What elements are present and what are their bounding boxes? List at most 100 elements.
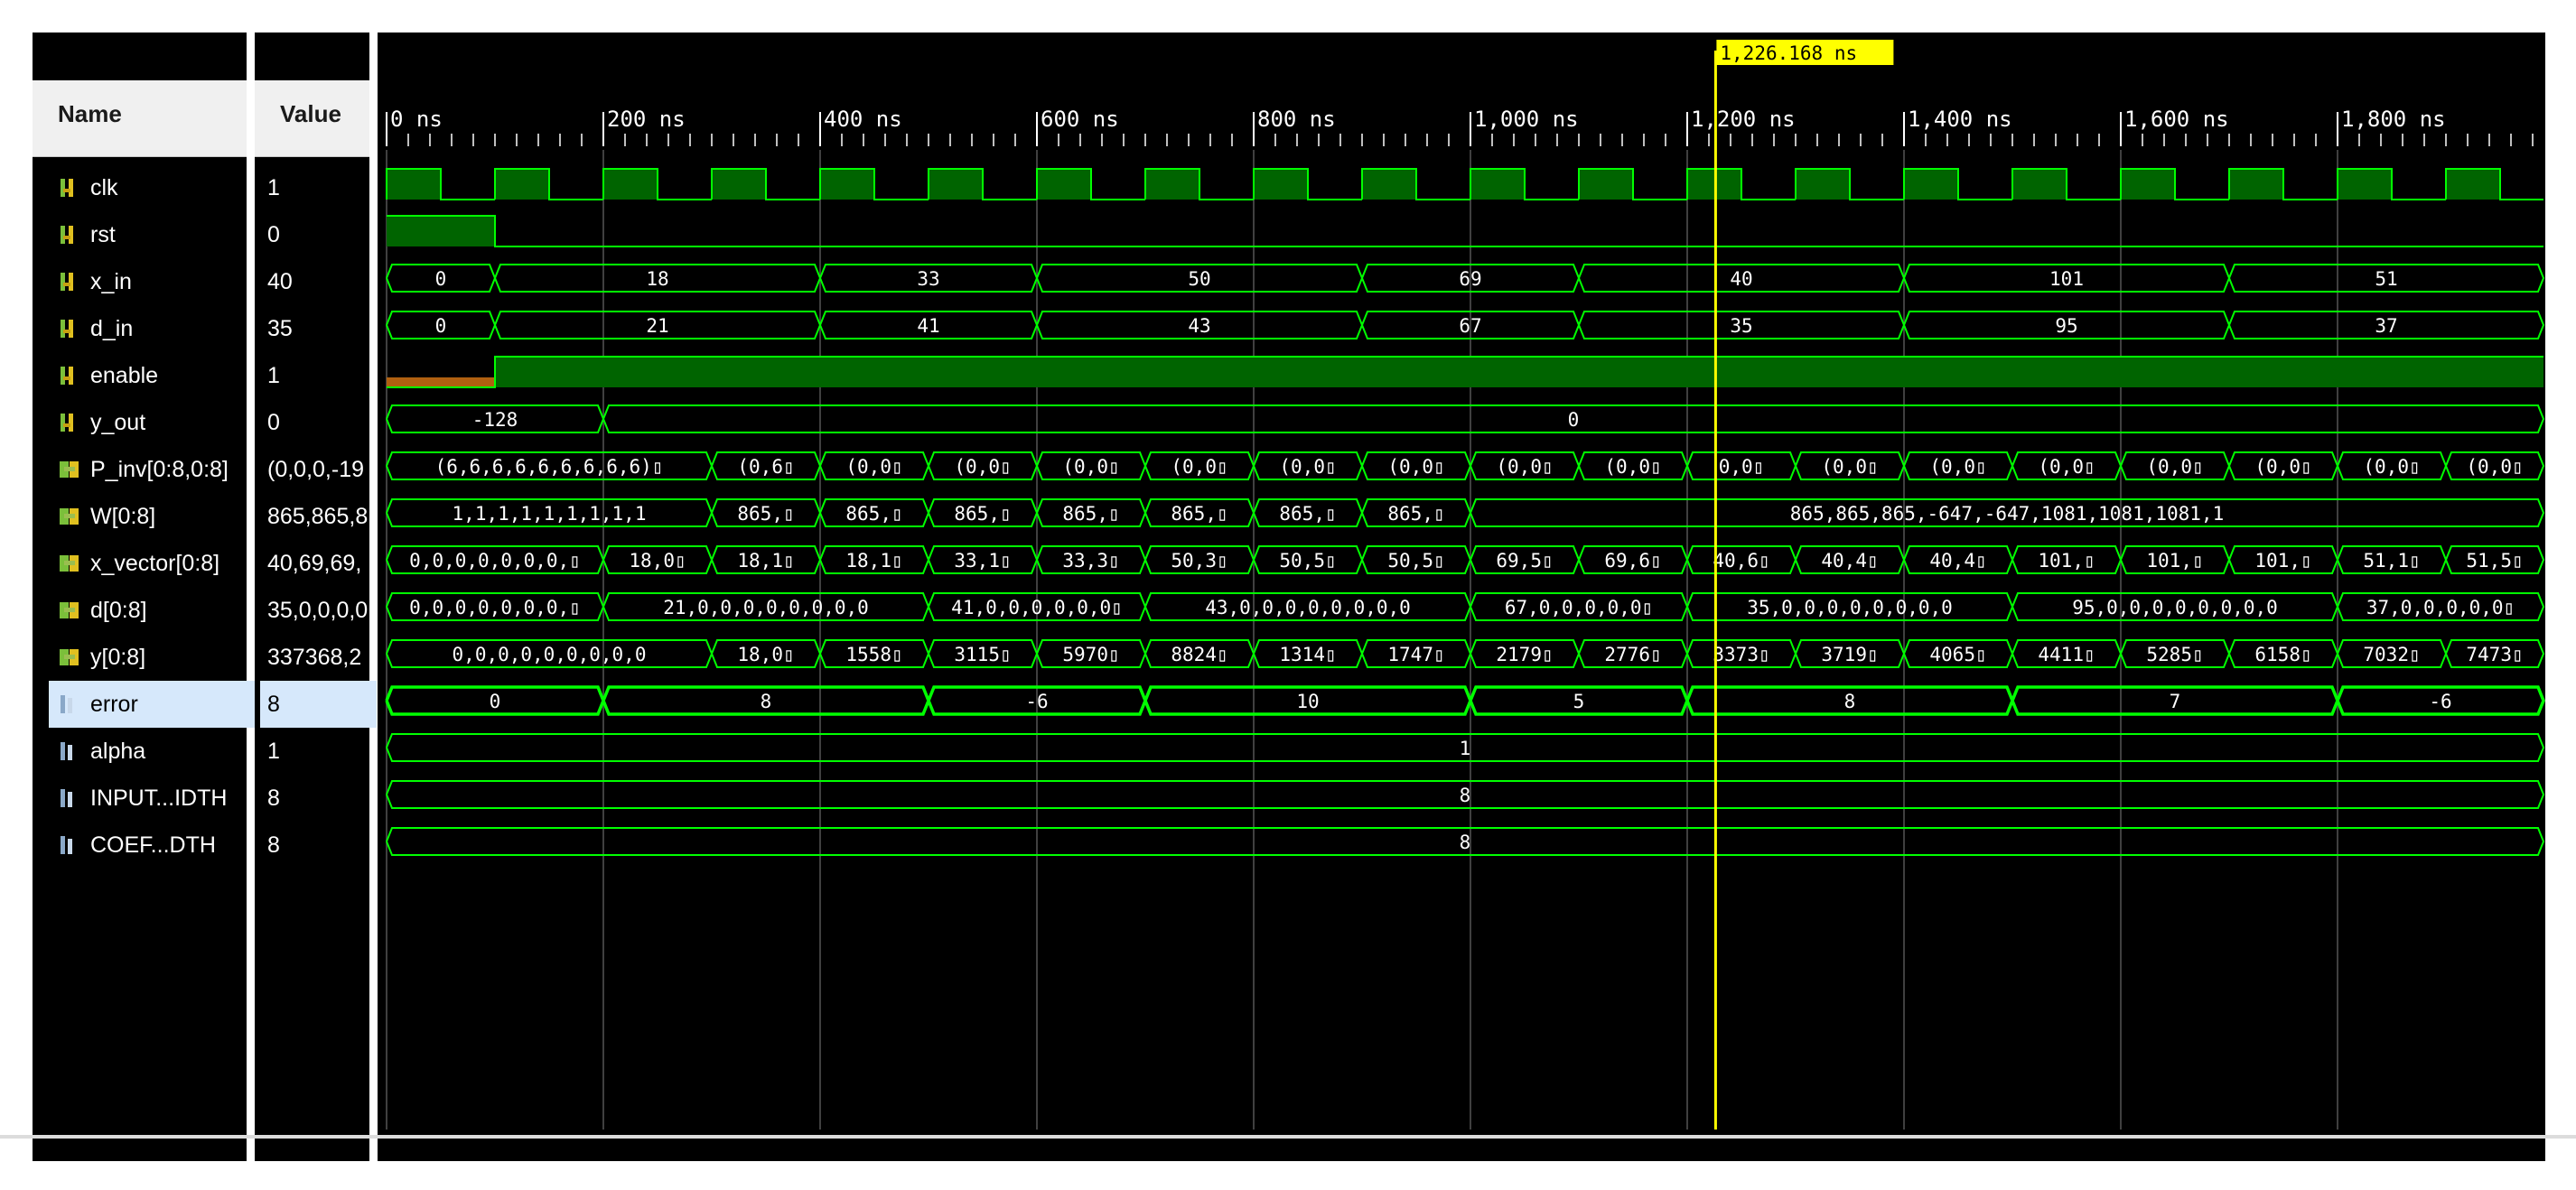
bus-value-label: 3115▯ <box>954 644 1011 665</box>
bus-value-label: 21,0,0,0,0,0,0,0,0 <box>663 597 869 618</box>
bus-value-label: 865,▯ <box>1062 503 1119 525</box>
signal-row-13[interactable]: INPUT...IDTH <box>58 775 247 822</box>
bus-value-label: 865,▯ <box>1279 503 1336 525</box>
signal-row-1[interactable]: rst <box>58 211 247 258</box>
bus-value-label: 8824▯ <box>1171 644 1227 665</box>
bus-value-label: (0,0▯ <box>2363 456 2420 478</box>
bus-value-label: 40,4▯ <box>1929 550 1986 572</box>
waveform-area[interactable]: 0 ns 200 ns 400 ns 600 ns 800 ns 1,000 ns 1,20… <box>378 33 2545 1161</box>
bus-value-label: 18,1▯ <box>737 550 794 572</box>
bus-value-label: 7473▯ <box>2466 644 2523 665</box>
signal-value-0[interactable]: 1 <box>267 164 369 211</box>
bus-value-label: 51,1▯ <box>2363 550 2420 572</box>
vector-icon <box>58 599 83 622</box>
signal-row-14[interactable]: COEF...DTH <box>58 822 247 869</box>
signal-value-11[interactable]: 8 <box>260 681 377 728</box>
clock-high-pulse <box>712 169 766 200</box>
clock-high-pulse <box>603 169 658 200</box>
param-icon <box>58 693 83 716</box>
clock-high-pulse <box>1145 169 1199 200</box>
bus-value-label: 101,▯ <box>2146 550 2203 572</box>
bus-value-label: 50 <box>1188 268 1210 290</box>
signal-name: rst <box>90 221 116 247</box>
bus-value-label: 21 <box>646 315 668 337</box>
bus-value-label: 50,3▯ <box>1171 550 1227 572</box>
bus-value-label: 101,▯ <box>2038 550 2095 572</box>
bus-value-label: 33,1▯ <box>954 550 1011 572</box>
bus-value-label: 51 <box>2375 268 2397 290</box>
param-icon <box>58 786 83 810</box>
clock-high-pulse <box>387 169 441 200</box>
signal-row-2[interactable]: x_in <box>58 258 247 305</box>
bus-value-label: 0,0,0,0,0,0,0,▯ <box>409 550 581 572</box>
signal-value-7[interactable]: 865,865,8 <box>267 493 369 540</box>
signal-row-11[interactable]: error <box>49 681 256 728</box>
value-header-label: Value <box>280 100 341 127</box>
value-column-header[interactable]: Value <box>255 80 369 157</box>
bus-value-label: 8 <box>761 691 772 712</box>
bus-value-label: 101 <box>2049 268 2084 290</box>
bus-value-label: -6 <box>1025 691 1048 712</box>
signal-value-10[interactable]: 337368,2 <box>267 634 369 681</box>
signal-value-14[interactable]: 8 <box>267 822 369 869</box>
signal-row-5[interactable]: y_out <box>58 399 247 446</box>
signal-row-4[interactable]: enable <box>58 352 247 399</box>
signal-row-10[interactable]: ›y[0:8] <box>58 634 247 681</box>
signal-name: clk <box>90 174 118 200</box>
signal-row-8[interactable]: ›x_vector[0:8] <box>58 540 247 587</box>
signal-value-1[interactable]: 0 <box>267 211 369 258</box>
signal-row-7[interactable]: ›W[0:8] <box>58 493 247 540</box>
bus-value-label: (0,0▯ <box>954 456 1011 478</box>
bus-value-label: 50,5▯ <box>1387 550 1444 572</box>
bus-value-label: (0,0▯ <box>845 456 902 478</box>
signal-row-6[interactable]: ›P_inv[0:8,0:8] <box>58 446 247 493</box>
bus-value-label: (0,0▯ <box>2038 456 2095 478</box>
bus-value-label: 18,0▯ <box>737 644 794 665</box>
bus-value-label: 35 <box>1730 315 1752 337</box>
signal-value-8[interactable]: 40,69,69, <box>267 540 369 587</box>
bus-value-label: 69,6▯ <box>1604 550 1661 572</box>
signal-name: x_vector[0:8] <box>90 550 220 576</box>
bus-value-label: 10 <box>1296 691 1319 712</box>
bus-value-label: 7 <box>2170 691 2181 712</box>
signal-value-4[interactable]: 1 <box>267 352 369 399</box>
time-tick-label: 1,600 ns <box>2124 107 2229 132</box>
bus-value-label: 18,0▯ <box>629 550 686 572</box>
bus-value-label: 33,3▯ <box>1062 550 1119 572</box>
clock-high-pulse <box>1037 169 1091 200</box>
clock-high-pulse <box>1254 169 1308 200</box>
bus-value-label: 3719▯ <box>1821 644 1878 665</box>
clock-high-pulse <box>2121 169 2175 200</box>
signal-value-13[interactable]: 8 <box>267 775 369 822</box>
signal-value-5[interactable]: 0 <box>267 399 369 446</box>
bus-value-label: 95 <box>2055 315 2077 337</box>
time-tick-label: 1,400 ns <box>1908 107 2012 132</box>
signal-value-3[interactable]: 35 <box>267 305 369 352</box>
signal-value-6[interactable]: (0,0,0,-19 <box>267 446 369 493</box>
bus-value-label: 67,0,0,0,0,0▯ <box>1505 597 1653 618</box>
signal-row-9[interactable]: ›d[0:8] <box>58 587 247 634</box>
signal-value-9[interactable]: 35,0,0,0,0 <box>267 587 369 634</box>
vector-icon <box>58 505 83 528</box>
signal-row-0[interactable]: clk <box>58 164 247 211</box>
clock-high-pulse <box>1470 169 1525 200</box>
bus-value-label: 2179▯ <box>1496 644 1553 665</box>
signal-name: COEF...DTH <box>90 832 216 858</box>
bus-value-label: 0,0,0,0,0,0,0,0,0 <box>453 644 647 665</box>
clock-high-pulse <box>1796 169 1850 200</box>
signal-name: P_inv[0:8,0:8] <box>90 456 229 482</box>
name-column-header[interactable]: Name <box>33 80 247 157</box>
cursor-time-label: 1,226.168 ns <box>1720 42 1857 64</box>
bus-value-label: 1314▯ <box>1279 644 1336 665</box>
signal-row-12[interactable]: alpha <box>58 728 247 775</box>
time-tick-label: 1,000 ns <box>1474 107 1579 132</box>
signal-row-3[interactable]: d_in <box>58 305 247 352</box>
bus-value-label: 8 <box>1460 832 1471 853</box>
bit-icon <box>58 411 83 434</box>
signal-value-12[interactable]: 1 <box>267 728 369 775</box>
clock-high-pulse <box>929 169 983 200</box>
bus-value-label: 5285▯ <box>2146 644 2203 665</box>
signal-name: y[0:8] <box>90 644 146 670</box>
bus-value-label: 35,0,0,0,0,0,0,0,0 <box>1747 597 1953 618</box>
signal-value-2[interactable]: 40 <box>267 258 369 305</box>
